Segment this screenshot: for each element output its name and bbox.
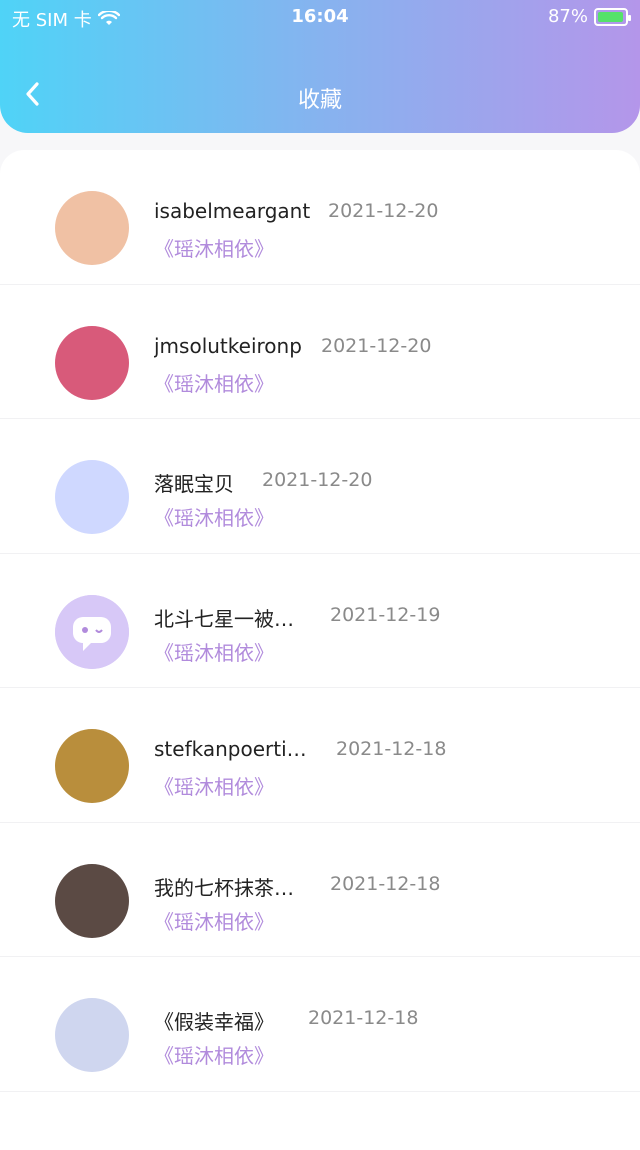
user-name: jmsolutkeironp [154, 333, 302, 358]
favorites-card: isabelmeargant 2021-12-20 《瑶沐相依》 jmsolutkei… [0, 150, 640, 1150]
status-bar: 无 SIM 卡 16:04 87% [0, 0, 640, 34]
work-title[interactable]: 《瑶沐相依》 [154, 906, 274, 935]
work-title[interactable]: 《瑶沐相依》 [154, 637, 274, 666]
list-item[interactable]: jmsolutkeironp 2021-12-20 《瑶沐相依》 [0, 285, 640, 419]
avatar[interactable] [55, 460, 129, 534]
avatar[interactable] [55, 594, 129, 669]
favorite-date: 2021-12-18 [336, 738, 447, 760]
user-name: stefkanpoerticci [154, 737, 314, 761]
list-item[interactable]: 我的七杯抹茶… 2021-12-18 《瑶沐相依》 [0, 823, 640, 957]
page-title: 收藏 [297, 88, 342, 113]
avatar[interactable] [55, 998, 129, 1072]
favorite-date: 2021-12-20 [328, 200, 439, 222]
avatar[interactable] [55, 729, 129, 803]
favorites-list: isabelmeargant 2021-12-20 《瑶沐相依》 jmsolutkei… [0, 150, 640, 1092]
work-title[interactable]: 《瑶沐相依》 [154, 502, 274, 531]
battery-icon [594, 7, 631, 26]
avatar[interactable] [55, 325, 129, 400]
user-name: 我的七杯抹茶… [154, 875, 294, 900]
favorite-date: 2021-12-18 [308, 1007, 419, 1029]
avatar[interactable] [55, 863, 129, 938]
work-title[interactable]: 《瑶沐相依》 [154, 233, 274, 262]
work-title[interactable]: 《瑶沐相依》 [154, 368, 274, 397]
favorite-date: 2021-12-20 [321, 334, 432, 357]
list-item[interactable]: 北斗七星一被… 2021-12-19 《瑶沐相依》 [0, 554, 640, 688]
battery-status: 87% [547, 6, 631, 27]
work-title[interactable]: 《瑶沐相依》 [154, 1040, 274, 1069]
work-title[interactable]: 《瑶沐相依》 [154, 771, 274, 800]
list-item[interactable]: stefkanpoerticci 2021-12-18 《瑶沐相依》 [0, 688, 640, 823]
header: 无 SIM 卡 16:04 87% 收藏 [0, 0, 640, 133]
favorite-date: 2021-12-19 [330, 603, 441, 626]
user-name: isabelmeargant [154, 199, 311, 223]
user-name: 北斗七星一被… [154, 606, 294, 631]
battery-percent: 87% [547, 6, 588, 27]
list-item[interactable]: isabelmeargant 2021-12-20 《瑶沐相依》 [0, 150, 640, 285]
list-item[interactable]: 落眠宝贝 2021-12-20 《瑶沐相依》 [0, 419, 640, 554]
user-name: 《假装幸福》 [154, 1010, 274, 1034]
favorite-date: 2021-12-18 [330, 872, 441, 895]
avatar[interactable] [55, 191, 129, 265]
clock: 16:04 [291, 6, 349, 27]
list-item[interactable]: 《假装幸福》 2021-12-18 《瑶沐相依》 [0, 957, 640, 1092]
user-name: 落眠宝贝 [154, 472, 234, 496]
favorite-date: 2021-12-20 [262, 469, 373, 491]
